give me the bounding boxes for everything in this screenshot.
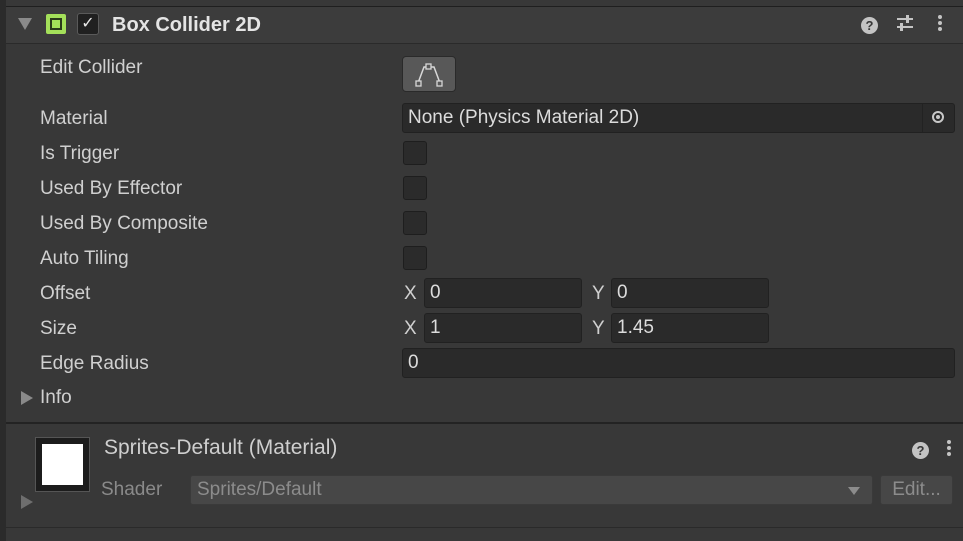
used-by-effector-checkbox[interactable] bbox=[403, 176, 427, 200]
material-label: Material bbox=[40, 108, 108, 129]
component-enabled-checkbox[interactable]: ✓ bbox=[77, 13, 99, 35]
edge-radius-field[interactable]: 0 bbox=[402, 348, 955, 378]
offset-x-axis-label[interactable]: X bbox=[404, 282, 417, 306]
offset-x-field[interactable]: 0 bbox=[424, 278, 582, 308]
material-foldout-icon[interactable] bbox=[21, 495, 33, 509]
material-object-field[interactable]: None (Physics Material 2D) bbox=[402, 103, 955, 133]
help-icon[interactable]: ? bbox=[861, 13, 878, 35]
edit-collider-icon bbox=[415, 63, 443, 87]
offset-y-field[interactable]: 0 bbox=[611, 278, 769, 308]
edge-radius-label: Edge Radius bbox=[40, 353, 149, 374]
dropdown-arrow-icon bbox=[848, 487, 860, 495]
used-by-composite-label: Used By Composite bbox=[40, 213, 208, 234]
auto-tiling-checkbox[interactable] bbox=[403, 246, 427, 270]
is-trigger-checkbox[interactable] bbox=[403, 141, 427, 165]
used-by-composite-checkbox[interactable] bbox=[403, 211, 427, 235]
kebab-icon bbox=[938, 13, 942, 33]
object-picker-icon[interactable] bbox=[922, 104, 954, 132]
presets-icon[interactable] bbox=[894, 13, 916, 35]
offset-y-axis-label[interactable]: Y bbox=[592, 282, 605, 306]
box-collider-2d-icon bbox=[46, 14, 66, 34]
bottom-separator bbox=[6, 527, 963, 528]
shader-label: Shader bbox=[101, 479, 163, 500]
sliders-icon bbox=[897, 15, 913, 31]
kebab-icon bbox=[947, 438, 951, 458]
size-y-axis-label[interactable]: Y bbox=[592, 317, 605, 341]
material-menu-icon[interactable] bbox=[945, 438, 953, 460]
edit-collider-label: Edit Collider bbox=[40, 57, 143, 78]
shader-dropdown[interactable]: Sprites/Default bbox=[190, 475, 873, 505]
auto-tiling-label: Auto Tiling bbox=[40, 248, 129, 269]
edit-shader-button[interactable]: Edit... bbox=[880, 475, 953, 505]
size-label: Size bbox=[40, 318, 77, 339]
material-title: Sprites-Default (Material) bbox=[104, 436, 338, 459]
material-help-icon[interactable]: ? bbox=[912, 438, 929, 460]
edit-collider-button[interactable] bbox=[402, 56, 456, 92]
help-glyph: ? bbox=[861, 17, 878, 34]
material-preview-thumbnail[interactable] bbox=[35, 437, 90, 492]
help-glyph: ? bbox=[912, 442, 929, 459]
offset-label: Offset bbox=[40, 283, 91, 304]
info-foldout-label[interactable]: Info bbox=[40, 386, 72, 410]
box-collider-header[interactable]: ✓ Box Collider 2D ? bbox=[6, 7, 963, 44]
component-title: Box Collider 2D bbox=[112, 14, 261, 36]
component-menu-icon[interactable] bbox=[936, 13, 944, 35]
used-by-effector-label: Used By Effector bbox=[40, 178, 183, 199]
material-value: None (Physics Material 2D) bbox=[408, 107, 640, 128]
is-trigger-label: Is Trigger bbox=[40, 143, 120, 164]
foldout-expanded-icon[interactable] bbox=[18, 18, 32, 30]
size-x-axis-label[interactable]: X bbox=[404, 317, 417, 341]
size-x-field[interactable]: 1 bbox=[424, 313, 582, 343]
shader-value: Sprites/Default bbox=[197, 479, 322, 500]
section-separator bbox=[6, 422, 963, 424]
inspector-left-edge bbox=[0, 0, 6, 541]
info-foldout-icon[interactable] bbox=[21, 391, 33, 405]
size-y-field[interactable]: 1.45 bbox=[611, 313, 769, 343]
